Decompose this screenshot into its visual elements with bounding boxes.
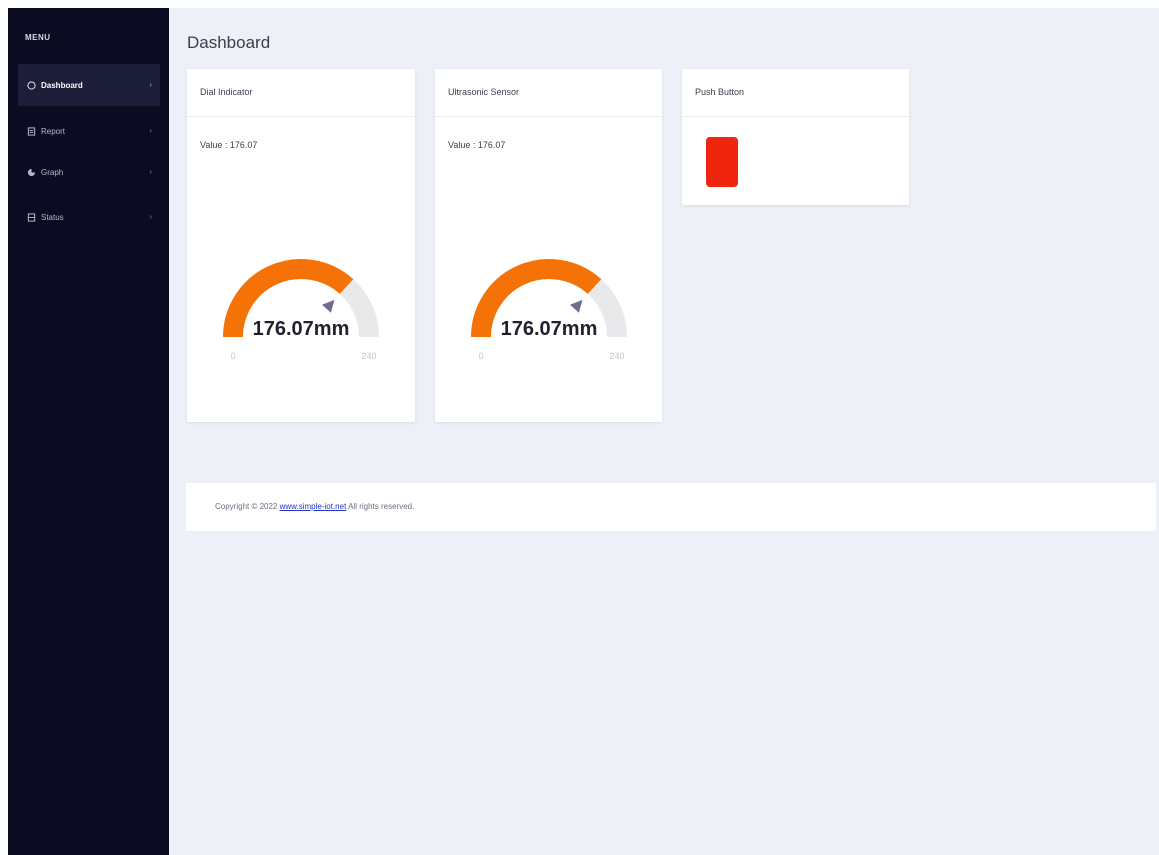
card-title: Dial Indicator	[187, 69, 415, 117]
gauge-max-label: 240	[609, 351, 624, 361]
card-title: Ultrasonic Sensor	[435, 69, 662, 117]
chevron-right-icon: ›	[149, 126, 152, 135]
gauge-min-label: 0	[230, 351, 235, 361]
card-value-text: Value : 176.07	[200, 140, 258, 150]
card-value-text: Value : 176.07	[448, 140, 506, 150]
sidebar-item-graph[interactable]: Graph ›	[18, 151, 160, 193]
chevron-right-icon: ›	[149, 80, 152, 89]
sidebar-item-label: Graph	[41, 167, 64, 177]
sidebar-item-label: Status	[41, 212, 64, 222]
copyright-prefix: Copyright © 2022	[215, 502, 278, 511]
card-title: Push Button	[682, 69, 909, 117]
graph-icon	[26, 167, 36, 177]
copyright-text: Copyright © 2022 www.simple-iot.net All …	[215, 502, 414, 511]
sidebar-item-dashboard[interactable]: Dashboard ›	[18, 64, 160, 106]
dial-gauge: 176.07mm 0 240	[223, 259, 379, 361]
chevron-right-icon: ›	[149, 212, 152, 221]
ultrasonic-sensor-card: Ultrasonic Sensor Value : 176.07 176.07m…	[435, 69, 662, 422]
push-button[interactable]	[706, 137, 738, 187]
dial-indicator-card: Dial Indicator Value : 176.07 176.07mm 0…	[187, 69, 415, 422]
gauge-value-label: 176.07mm	[501, 318, 598, 340]
sidebar-item-status[interactable]: Status ›	[18, 196, 160, 238]
gauge-pointer-icon	[569, 299, 583, 313]
copyright-suffix: All rights reserved.	[346, 502, 415, 511]
chevron-right-icon: ›	[149, 167, 152, 176]
app-frame: MENU Dashboard › Report › Graph › Status…	[8, 8, 1159, 855]
gauge-pointer-icon	[321, 299, 335, 313]
dashboard-icon	[26, 80, 36, 90]
menu-title: MENU	[25, 33, 51, 42]
site-link[interactable]: www.simple-iot.net	[280, 502, 347, 511]
sidebar-item-report[interactable]: Report ›	[18, 110, 160, 152]
footer: Copyright © 2022 www.simple-iot.net All …	[186, 483, 1156, 531]
ultrasonic-gauge: 176.07mm 0 240	[471, 259, 627, 361]
status-icon	[26, 212, 36, 222]
page-title: Dashboard	[187, 33, 271, 52]
gauge-value-label: 176.07mm	[253, 318, 350, 340]
sidebar-item-label: Report	[41, 126, 66, 136]
sidebar: MENU Dashboard › Report › Graph › Status…	[8, 8, 169, 855]
gauge-max-label: 240	[361, 351, 376, 361]
sidebar-item-label: Dashboard	[41, 80, 83, 90]
gauge-min-label: 0	[478, 351, 483, 361]
report-icon	[26, 126, 36, 136]
push-button-card: Push Button	[682, 69, 909, 205]
